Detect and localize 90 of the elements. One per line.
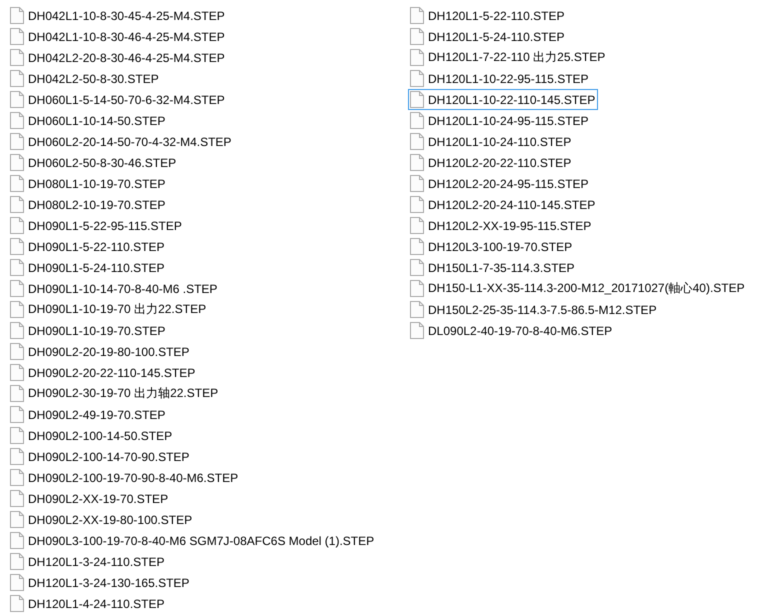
document-icon — [10, 532, 24, 549]
file-item[interactable]: DH090L2-XX-19-70.STEP — [8, 488, 172, 509]
file-item[interactable]: DH090L1-10-19-70.STEP — [8, 320, 168, 341]
document-icon — [10, 553, 24, 570]
document-icon — [10, 427, 24, 444]
file-item[interactable]: DH120L1-3-24-110.STEP — [8, 551, 168, 572]
document-icon — [410, 112, 424, 129]
document-icon — [10, 385, 24, 402]
document-icon — [10, 196, 24, 213]
document-icon — [10, 490, 24, 507]
file-item[interactable]: DH120L1-10-22-110-145.STEP — [408, 89, 598, 110]
file-item[interactable]: DH060L1-10-14-50.STEP — [8, 110, 168, 131]
file-item[interactable]: DH120L1-5-22-110.STEP — [408, 5, 568, 26]
document-icon — [10, 259, 24, 276]
file-item[interactable]: DH120L2-20-22-110.STEP — [408, 152, 574, 173]
file-item[interactable]: DH042L1-10-8-30-45-4-25-M4.STEP — [8, 5, 228, 26]
file-item[interactable]: DH090L2-100-19-70-90-8-40-M6.STEP — [8, 467, 242, 488]
file-item[interactable]: DH120L1-5-24-110.STEP — [408, 26, 568, 47]
file-item[interactable]: DH042L1-10-8-30-46-4-25-M4.STEP — [8, 26, 228, 47]
file-item[interactable]: DH080L2-10-19-70.STEP — [8, 194, 168, 215]
file-item[interactable]: DH042L2-50-8-30.STEP — [8, 68, 162, 89]
document-icon — [410, 322, 424, 339]
file-item[interactable]: DH120L2-20-24-95-115.STEP — [408, 173, 592, 194]
file-item[interactable]: DH120L3-100-19-70.STEP — [408, 236, 576, 257]
file-item[interactable]: DH150L2-25-35-114.3-7.5-86.5-M12.STEP — [408, 299, 660, 320]
file-item[interactable]: DH120L1-10-24-110.STEP — [408, 131, 574, 152]
file-item[interactable]: DH090L2-20-22-110-145.STEP — [8, 362, 198, 383]
document-icon — [410, 280, 424, 297]
document-icon — [10, 322, 24, 339]
file-item[interactable]: DH042L2-20-8-30-46-4-25-M4.STEP — [8, 47, 228, 68]
document-icon — [10, 217, 24, 234]
document-icon — [10, 91, 24, 108]
file-item[interactable]: DH090L2-49-19-70.STEP — [8, 404, 168, 425]
document-icon — [10, 280, 24, 297]
document-icon — [410, 28, 424, 45]
document-icon — [410, 133, 424, 150]
document-icon — [10, 448, 24, 465]
document-icon — [10, 49, 24, 66]
file-item[interactable]: DH060L2-50-8-30-46.STEP — [8, 152, 180, 173]
file-item[interactable]: DH090L2-30-19-70 出力轴22.STEP — [8, 383, 222, 404]
document-icon — [10, 595, 24, 612]
document-icon — [410, 238, 424, 255]
document-icon — [10, 301, 24, 318]
document-icon — [10, 28, 24, 45]
document-icon — [410, 175, 424, 192]
file-item[interactable]: DH090L2-XX-19-80-100.STEP — [8, 509, 196, 530]
document-icon — [410, 91, 424, 108]
document-icon — [10, 343, 24, 360]
file-item[interactable]: DH150-L1-XX-35-114.3-200-M12_20171027(軸心40).STEP — [408, 278, 748, 299]
document-icon — [10, 364, 24, 381]
document-icon — [10, 70, 24, 87]
file-item[interactable]: DH090L2-20-19-80-100.STEP — [8, 341, 192, 362]
file-item[interactable]: DH120L1-7-22-110 出力25.STEP — [408, 47, 608, 68]
file-item[interactable]: DH090L3-100-19-70-8-40-M6 SGM7J-08AFC6S Model (1).STEP — [8, 530, 378, 551]
file-item[interactable]: DH090L1-5-22-110.STEP — [8, 236, 168, 257]
document-icon — [410, 70, 424, 87]
file-item[interactable]: DH090L2-100-14-50.STEP — [8, 425, 176, 446]
file-item[interactable]: DH090L1-5-22-95-115.STEP — [8, 215, 185, 236]
file-item[interactable]: DH090L1-10-19-70 出力22.STEP — [8, 299, 210, 320]
document-icon — [410, 259, 424, 276]
file-item[interactable]: DH120L1-10-24-95-115.STEP — [408, 110, 592, 131]
document-icon — [10, 7, 24, 24]
file-item[interactable]: DH060L2-20-14-50-70-4-32-M4.STEP — [8, 131, 234, 152]
document-icon — [10, 112, 24, 129]
document-icon — [10, 154, 24, 171]
document-icon — [410, 196, 424, 213]
document-icon — [410, 217, 424, 234]
document-icon — [10, 511, 24, 528]
file-item[interactable]: DH090L1-5-24-110.STEP — [8, 257, 168, 278]
document-icon — [10, 406, 24, 423]
document-icon — [410, 301, 424, 318]
document-icon — [10, 133, 24, 150]
document-icon — [410, 49, 424, 66]
document-icon — [10, 469, 24, 486]
document-icon — [10, 175, 24, 192]
file-item[interactable]: DH080L1-10-19-70.STEP — [8, 173, 168, 194]
document-icon — [10, 238, 24, 255]
file-item[interactable]: DH090L2-100-14-70-90.STEP — [8, 446, 192, 467]
file-item[interactable]: DH150L1-7-35-114.3.STEP — [408, 257, 578, 278]
document-icon — [410, 154, 424, 171]
file-item[interactable]: DH120L2-XX-19-95-115.STEP — [408, 215, 594, 236]
file-item[interactable]: DH120L1-3-24-130-165.STEP — [8, 572, 192, 593]
document-icon — [10, 574, 24, 591]
file-item[interactable]: DH090L1-10-14-70-8-40-M6 .STEP — [8, 278, 220, 299]
file-item[interactable]: DH120L1-4-24-110.STEP — [8, 593, 168, 614]
document-icon — [410, 7, 424, 24]
file-item[interactable]: DL090L2-40-19-70-8-40-M6.STEP — [408, 320, 616, 341]
file-item[interactable]: DH120L2-20-24-110-145.STEP — [408, 194, 598, 215]
file-item[interactable]: DH120L1-10-22-95-115.STEP — [408, 68, 592, 89]
file-item[interactable]: DH060L1-5-14-50-70-6-32-M4.STEP — [8, 89, 228, 110]
